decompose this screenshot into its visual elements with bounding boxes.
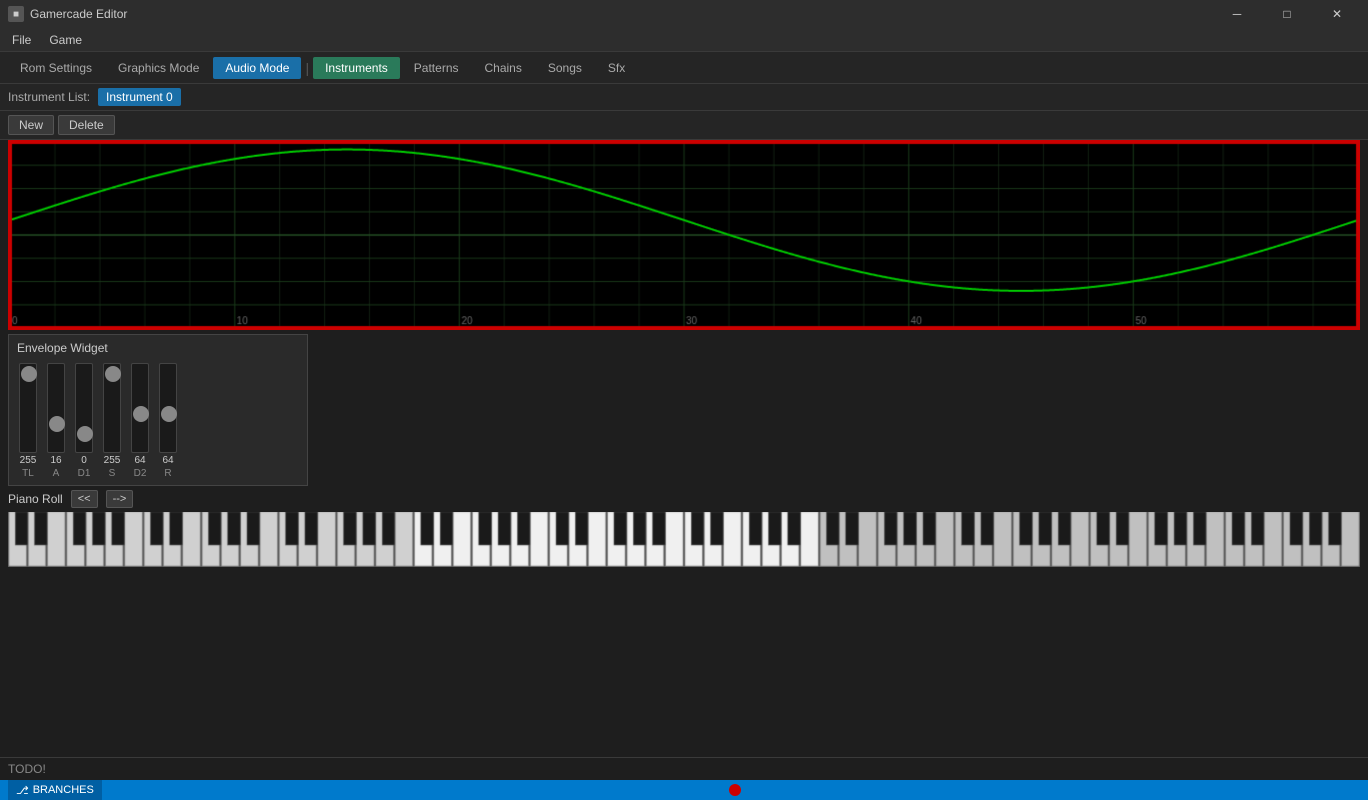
- window-title: Gamercade Editor: [30, 7, 127, 21]
- waveform-display: [8, 140, 1360, 330]
- slider-thumb-a[interactable]: [49, 416, 65, 432]
- branches-button[interactable]: ⎇ BRANCHES: [8, 780, 102, 800]
- tab-rom-settings[interactable]: Rom Settings: [8, 57, 104, 79]
- slider-track-tl[interactable]: [19, 363, 37, 453]
- tab-instruments[interactable]: Instruments: [313, 57, 400, 79]
- piano-roll-title: Piano Roll << -->: [8, 490, 1360, 508]
- todo-bar: TODO!: [0, 757, 1368, 780]
- menubar: File Game: [0, 28, 1368, 52]
- slider-thumb-r[interactable]: [161, 406, 177, 422]
- instrument-0-button[interactable]: Instrument 0: [98, 88, 181, 106]
- slider-track-s[interactable]: [103, 363, 121, 453]
- app-icon: ■: [8, 6, 24, 22]
- titlebar-left: ■ Gamercade Editor: [8, 6, 127, 22]
- maximize-button[interactable]: □: [1264, 0, 1310, 28]
- slider-value-a: 16: [45, 455, 67, 466]
- slider-thumb-d2[interactable]: [133, 406, 149, 422]
- slider-track-d2[interactable]: [131, 363, 149, 453]
- slider-label-d1: D1: [78, 468, 91, 479]
- navbar: Rom Settings Graphics Mode Audio Mode | …: [0, 52, 1368, 84]
- slider-s: 255 S: [101, 363, 123, 479]
- slider-a: 16 A: [45, 363, 67, 479]
- slider-value-d1: 0: [73, 455, 95, 466]
- minimize-button[interactable]: ─: [1214, 0, 1260, 28]
- branches-icon: ⎇: [16, 784, 29, 797]
- menu-game[interactable]: Game: [41, 31, 90, 49]
- delete-button[interactable]: Delete: [58, 115, 115, 135]
- slider-label-r: R: [164, 468, 171, 479]
- slider-d1: 0 D1: [73, 363, 95, 479]
- tab-audio-mode[interactable]: Audio Mode: [213, 57, 301, 79]
- piano-canvas: [8, 512, 1360, 567]
- slider-value-tl: 255: [17, 455, 39, 466]
- tab-sfx[interactable]: Sfx: [596, 57, 637, 79]
- slider-label-d2: D2: [134, 468, 147, 479]
- envelope-section: Envelope Widget 255 TL 16 A 0 D1: [8, 334, 308, 486]
- slider-label-a: A: [53, 468, 60, 479]
- scroll-left-button[interactable]: <<: [71, 490, 98, 508]
- slider-track-r[interactable]: [159, 363, 177, 453]
- window-controls: ─ □ ✕: [1214, 0, 1360, 28]
- tab-graphics-mode[interactable]: Graphics Mode: [106, 57, 211, 79]
- menu-file[interactable]: File: [4, 31, 39, 49]
- slider-value-r: 64: [157, 455, 179, 466]
- titlebar: ■ Gamercade Editor ─ □ ✕: [0, 0, 1368, 28]
- slider-thumb-s[interactable]: [105, 366, 121, 382]
- slider-value-d2: 64: [129, 455, 151, 466]
- slider-d2: 64 D2: [129, 363, 151, 479]
- status-indicator: [729, 784, 741, 796]
- instrument-section: Instrument List: Instrument 0: [0, 84, 1368, 111]
- slider-thumb-tl[interactable]: [21, 366, 37, 382]
- nav-separator: |: [305, 60, 309, 76]
- tab-chains[interactable]: Chains: [473, 57, 534, 79]
- status-center: [110, 784, 1360, 796]
- slider-tl: 255 TL: [17, 363, 39, 479]
- action-bar: New Delete: [0, 111, 1368, 140]
- new-button[interactable]: New: [8, 115, 54, 135]
- envelope-title: Envelope Widget: [17, 341, 299, 355]
- close-button[interactable]: ✕: [1314, 0, 1360, 28]
- slider-label-tl: TL: [22, 468, 34, 479]
- status-bar: ⎇ BRANCHES: [0, 780, 1368, 800]
- slider-r: 64 R: [157, 363, 179, 479]
- piano-keyboard[interactable]: [8, 512, 1360, 567]
- waveform-canvas: [10, 142, 1358, 328]
- slider-label-s: S: [109, 468, 116, 479]
- tab-songs[interactable]: Songs: [536, 57, 594, 79]
- scroll-right-button[interactable]: -->: [106, 490, 134, 508]
- slider-track-d1[interactable]: [75, 363, 93, 453]
- slider-track-a[interactable]: [47, 363, 65, 453]
- instrument-list-label: Instrument List:: [8, 90, 90, 104]
- slider-value-s: 255: [101, 455, 123, 466]
- slider-thumb-d1[interactable]: [77, 426, 93, 442]
- piano-roll-section: Piano Roll << -->: [8, 490, 1360, 567]
- envelope-sliders: 255 TL 16 A 0 D1 255 S: [17, 363, 299, 479]
- tab-patterns[interactable]: Patterns: [402, 57, 471, 79]
